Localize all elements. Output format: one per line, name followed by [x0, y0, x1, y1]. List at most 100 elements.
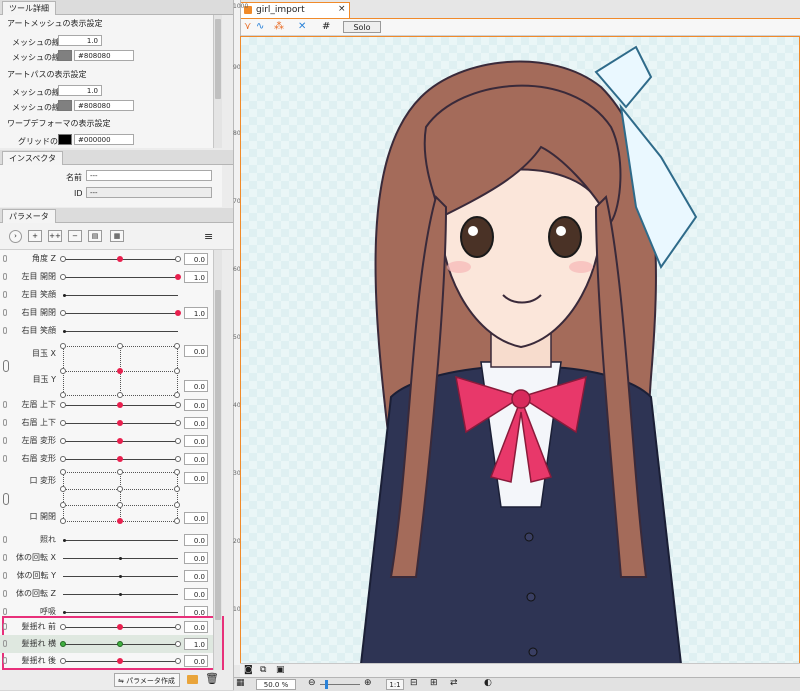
slider-knob[interactable] [63, 294, 66, 297]
param-slider[interactable] [60, 624, 181, 630]
artpath-width-field[interactable]: 1.0 [58, 85, 102, 96]
flip-icon[interactable]: ⇄ [450, 678, 458, 688]
param-slider[interactable] [60, 420, 181, 426]
pin-icon[interactable]: ⁂ [274, 21, 284, 32]
lock-icon[interactable] [3, 309, 7, 316]
lock-icon[interactable] [3, 291, 7, 298]
camera-icon[interactable]: ◙ [244, 665, 253, 675]
slider-knob[interactable] [119, 593, 122, 596]
toggle-icon[interactable]: ◐ [484, 678, 492, 688]
lock-icon[interactable] [3, 437, 7, 444]
param-value-field[interactable]: 0.0 [184, 380, 208, 392]
close-icon[interactable]: × [338, 4, 346, 14]
play-icon[interactable]: › [9, 230, 22, 243]
checker-icon[interactable]: ▦ [236, 678, 245, 688]
slider-knob[interactable] [117, 624, 123, 630]
delete-key-icon[interactable]: − [68, 230, 82, 242]
zoom-in-icon[interactable]: ⊕ [364, 678, 372, 688]
param-slider[interactable] [60, 274, 181, 280]
artmesh-width-field[interactable]: 1.0 [58, 35, 102, 46]
tab-inspector[interactable]: インスペクタ [2, 151, 63, 165]
lock-icon[interactable] [3, 255, 7, 262]
param-slider[interactable] [60, 402, 181, 408]
param-value-field[interactable]: 0.0 [184, 570, 208, 582]
grid-knob[interactable] [117, 518, 123, 524]
grid-icon[interactable]: # [322, 21, 330, 32]
keyform-icon[interactable]: ▤ [88, 230, 102, 242]
fit-screen-icon[interactable]: ⊞ [430, 678, 438, 688]
fit-icon[interactable]: ✕ [298, 21, 306, 32]
lock-icon[interactable] [3, 572, 7, 579]
lock-icon[interactable] [3, 640, 7, 647]
zoom-field[interactable]: 50.0 % [256, 679, 296, 690]
grid-color-field[interactable]: #000000 [74, 134, 134, 145]
param-slider[interactable] [63, 557, 178, 560]
artmesh-color-swatch[interactable] [58, 50, 72, 61]
slider-knob[interactable] [63, 611, 66, 614]
grid-color-swatch[interactable] [58, 134, 72, 145]
param-slider[interactable] [63, 539, 178, 542]
zoom-out-icon[interactable]: ⊖ [308, 678, 316, 688]
slider-knob[interactable] [117, 256, 123, 262]
lock-icon[interactable] [3, 608, 7, 615]
parameter-scrollbar[interactable] [213, 250, 222, 670]
slider-knob[interactable] [117, 402, 123, 408]
slider-knob[interactable] [119, 557, 122, 560]
copy-icon[interactable]: ⧉ [260, 665, 266, 675]
param-value-field[interactable]: 0.0 [184, 345, 208, 357]
param-2d-grid[interactable] [60, 469, 180, 524]
param-slider[interactable] [63, 593, 178, 596]
lock-icon[interactable] [3, 327, 7, 334]
inspector-name-field[interactable]: --- [86, 170, 212, 181]
actual-size-button[interactable]: 1:1 [386, 679, 404, 690]
path-icon[interactable]: ∿ [256, 21, 264, 32]
slider-knob[interactable] [117, 456, 123, 462]
lock-icon[interactable] [3, 657, 7, 664]
zoom-slider-thumb[interactable] [325, 680, 328, 689]
param-value-field[interactable]: 0.0 [184, 655, 208, 667]
link-icon[interactable] [3, 493, 9, 505]
param-slider[interactable] [63, 294, 178, 297]
lock-icon[interactable] [3, 554, 7, 561]
slider-knob[interactable] [175, 274, 181, 280]
param-slider[interactable] [60, 438, 181, 444]
param-value-field[interactable]: 0.0 [184, 253, 208, 265]
tool-details-scroll-thumb[interactable] [215, 19, 221, 99]
lock-icon[interactable] [3, 273, 7, 280]
video-icon[interactable]: ▣ [276, 665, 285, 675]
lock-icon[interactable] [3, 623, 7, 630]
param-slider[interactable] [63, 575, 178, 578]
param-slider[interactable] [60, 310, 181, 316]
param-slider[interactable] [63, 330, 178, 333]
lock-icon[interactable] [3, 455, 7, 462]
zoom-slider[interactable] [320, 680, 360, 689]
blend-icon[interactable]: ▦ [110, 230, 124, 242]
inspector-id-field[interactable]: --- [86, 187, 212, 198]
solo-button[interactable]: Solo [343, 21, 381, 33]
tab-tool-details[interactable]: ツール詳細 [2, 1, 56, 15]
create-parameter-button[interactable]: ⇋ パラメータ作成 [114, 673, 180, 687]
lock-icon[interactable] [3, 401, 7, 408]
param-slider[interactable] [60, 641, 181, 647]
slider-knob[interactable] [63, 330, 66, 333]
slider-knob[interactable] [117, 641, 123, 647]
param-slider[interactable] [60, 256, 181, 262]
param-slider[interactable] [63, 611, 178, 614]
param-value-field[interactable]: 1.0 [184, 271, 208, 283]
folder-icon[interactable] [187, 675, 198, 684]
trash-icon[interactable]: 🗑 [205, 673, 219, 685]
param-2d-grid[interactable] [60, 343, 180, 398]
slider-knob[interactable] [117, 658, 123, 664]
fit-width-icon[interactable]: ⊟ [410, 678, 418, 688]
param-value-field[interactable]: 0.0 [184, 512, 208, 524]
slider-knob[interactable] [63, 539, 66, 542]
param-value-field[interactable]: 0.0 [184, 435, 208, 447]
param-value-field[interactable]: 0.0 [184, 552, 208, 564]
param-value-field[interactable]: 0.0 [184, 472, 208, 484]
param-slider[interactable] [60, 456, 181, 462]
param-value-field[interactable]: 0.0 [184, 399, 208, 411]
slider-knob[interactable] [119, 575, 122, 578]
param-value-field[interactable]: 0.0 [184, 453, 208, 465]
param-value-field[interactable]: 0.0 [184, 417, 208, 429]
tab-parameters[interactable]: パラメータ [2, 209, 56, 223]
